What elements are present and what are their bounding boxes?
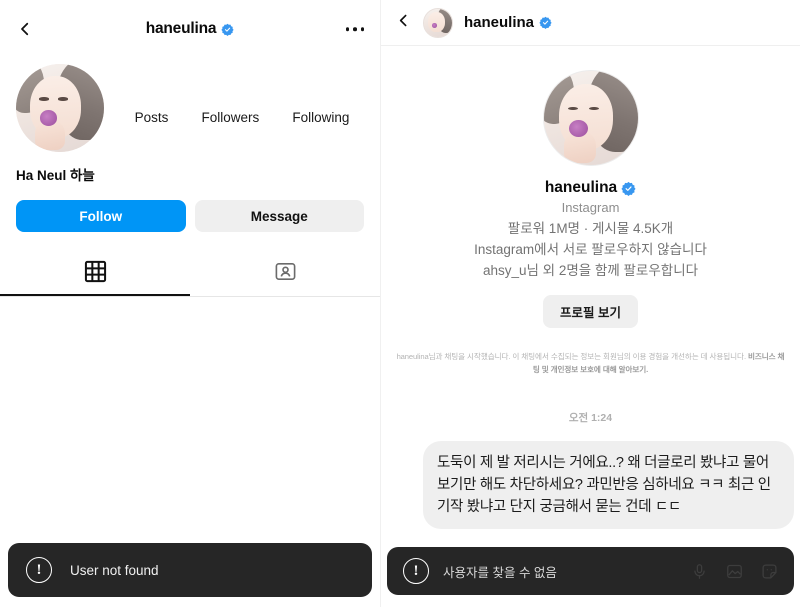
- more-options-icon[interactable]: [345, 27, 364, 31]
- direct-message-panel: haneulina haneulina Instagram 팔로워 1M명 · …: [380, 0, 800, 607]
- message-timestamp: 오전 1:24: [568, 412, 613, 425]
- back-chevron-icon[interactable]: [14, 18, 36, 40]
- verified-badge-icon: [221, 23, 234, 36]
- dot-3: [360, 27, 364, 31]
- stat-following-value: [292, 94, 349, 108]
- card-meta-line-2: Instagram에서 서로 팔로우하지 않습니다: [474, 241, 707, 257]
- profile-actions: Follow Message: [0, 184, 380, 232]
- thread-avatar-face: [428, 12, 445, 32]
- mic-icon[interactable]: [691, 563, 708, 580]
- large-avatar-eye-left: [567, 106, 579, 110]
- page-title: haneulina: [0, 20, 380, 38]
- thread-avatar-flower: [431, 23, 438, 29]
- view-profile-button[interactable]: 프로필 보기: [543, 294, 638, 328]
- profile-tabs: [0, 252, 380, 296]
- stat-following-label: Following: [292, 110, 350, 125]
- thread-header: haneulina: [381, 0, 800, 46]
- tabs-divider: [0, 296, 380, 297]
- toast-message: User not found: [70, 562, 159, 578]
- stat-posts[interactable]: Posts: [135, 94, 169, 125]
- stat-posts-value: [135, 94, 169, 108]
- tab-grid[interactable]: [0, 252, 190, 296]
- avatar-eye-left: [38, 97, 49, 101]
- thread-profile-card: haneulina Instagram 팔로워 1M명 · 게시물 4.5K개 …: [381, 46, 800, 328]
- stat-followers[interactable]: Followers: [201, 94, 259, 125]
- card-username: haneulina: [544, 179, 618, 196]
- profile-avatar[interactable]: [16, 64, 104, 152]
- card-meta-line-1: 팔로워 1M명 · 게시물 4.5K개: [507, 221, 674, 236]
- exclamation-circle-icon: !: [26, 557, 52, 583]
- dot-2: [353, 27, 357, 31]
- toast-message: 사용자를 찾을 수 없음: [443, 565, 557, 580]
- chat-disclaimer: haneulina님과 채팅을 시작했습니다. 이 채팅에서 수집되는 정보는 …: [395, 350, 786, 377]
- profile-username: haneulina: [145, 20, 217, 37]
- large-avatar-artwork: [543, 71, 638, 165]
- profile-stats: Posts Followers Following: [104, 64, 364, 125]
- grid-icon: [84, 260, 107, 288]
- tagged-person-icon: [274, 260, 297, 288]
- sticker-icon[interactable]: [761, 563, 778, 580]
- tab-tagged[interactable]: [190, 252, 380, 296]
- thread-avatar[interactable]: [423, 7, 453, 38]
- stat-followers-label: Followers: [201, 110, 260, 125]
- disclaimer-text: haneulina님과 채팅을 시작했습니다. 이 채팅에서 수집되는 정보는 …: [396, 351, 748, 361]
- verified-badge-icon: [539, 16, 552, 29]
- profile-display-name: Ha Neul 하늘: [16, 168, 95, 183]
- large-avatar-flower: [568, 119, 588, 137]
- profile-summary: Posts Followers Following: [0, 58, 380, 152]
- thread-title[interactable]: haneulina: [464, 14, 552, 31]
- large-avatar-eye-right: [588, 106, 599, 110]
- instagram-profile-panel: haneulina Posts Followers Following Ha N…: [0, 0, 380, 607]
- photo-icon[interactable]: [726, 563, 743, 580]
- message-button[interactable]: Message: [194, 200, 364, 232]
- thread-username: haneulina: [464, 14, 535, 31]
- dot-1: [345, 27, 349, 31]
- back-chevron-icon[interactable]: [395, 12, 412, 34]
- avatar-flower: [39, 109, 58, 126]
- toast-user-not-found-kr: ! 사용자를 찾을 수 없음: [387, 547, 794, 595]
- stat-followers-value: [201, 94, 259, 108]
- exclamation-circle-icon: !: [403, 558, 429, 584]
- avatar-eye-right: [58, 97, 68, 101]
- screenshot-root: haneulina Posts Followers Following Ha N…: [0, 0, 800, 607]
- card-meta: 팔로워 1M명 · 게시물 4.5K개 Instagram에서 서로 팔로우하지…: [474, 219, 707, 282]
- stat-following[interactable]: Following: [292, 94, 349, 125]
- profile-avatar-large[interactable]: [542, 70, 639, 166]
- message-row: 도둑이 제 발 저리시는 거에요..? 왜 더글로리 봤냐고 물어보기만 해도 …: [381, 425, 800, 530]
- profile-header: haneulina: [0, 0, 380, 58]
- card-meta-line-3: ahsy_u님 외 2명을 함께 팔로우합니다: [482, 262, 699, 278]
- thread-avatar-artwork: [424, 8, 452, 37]
- verified-badge-icon: [621, 181, 636, 196]
- toast-user-not-found: ! User not found: [8, 543, 372, 597]
- message-bubble[interactable]: 도둑이 제 발 저리시는 거에요..? 왜 더글로리 봤냐고 물어보기만 해도 …: [423, 441, 794, 530]
- avatar-artwork: [16, 64, 104, 152]
- follow-button[interactable]: Follow: [16, 200, 186, 232]
- composer-actions: [691, 563, 778, 580]
- stat-posts-label: Posts: [134, 110, 169, 125]
- card-username-row: haneulina: [545, 179, 636, 197]
- card-platform: Instagram: [561, 200, 620, 215]
